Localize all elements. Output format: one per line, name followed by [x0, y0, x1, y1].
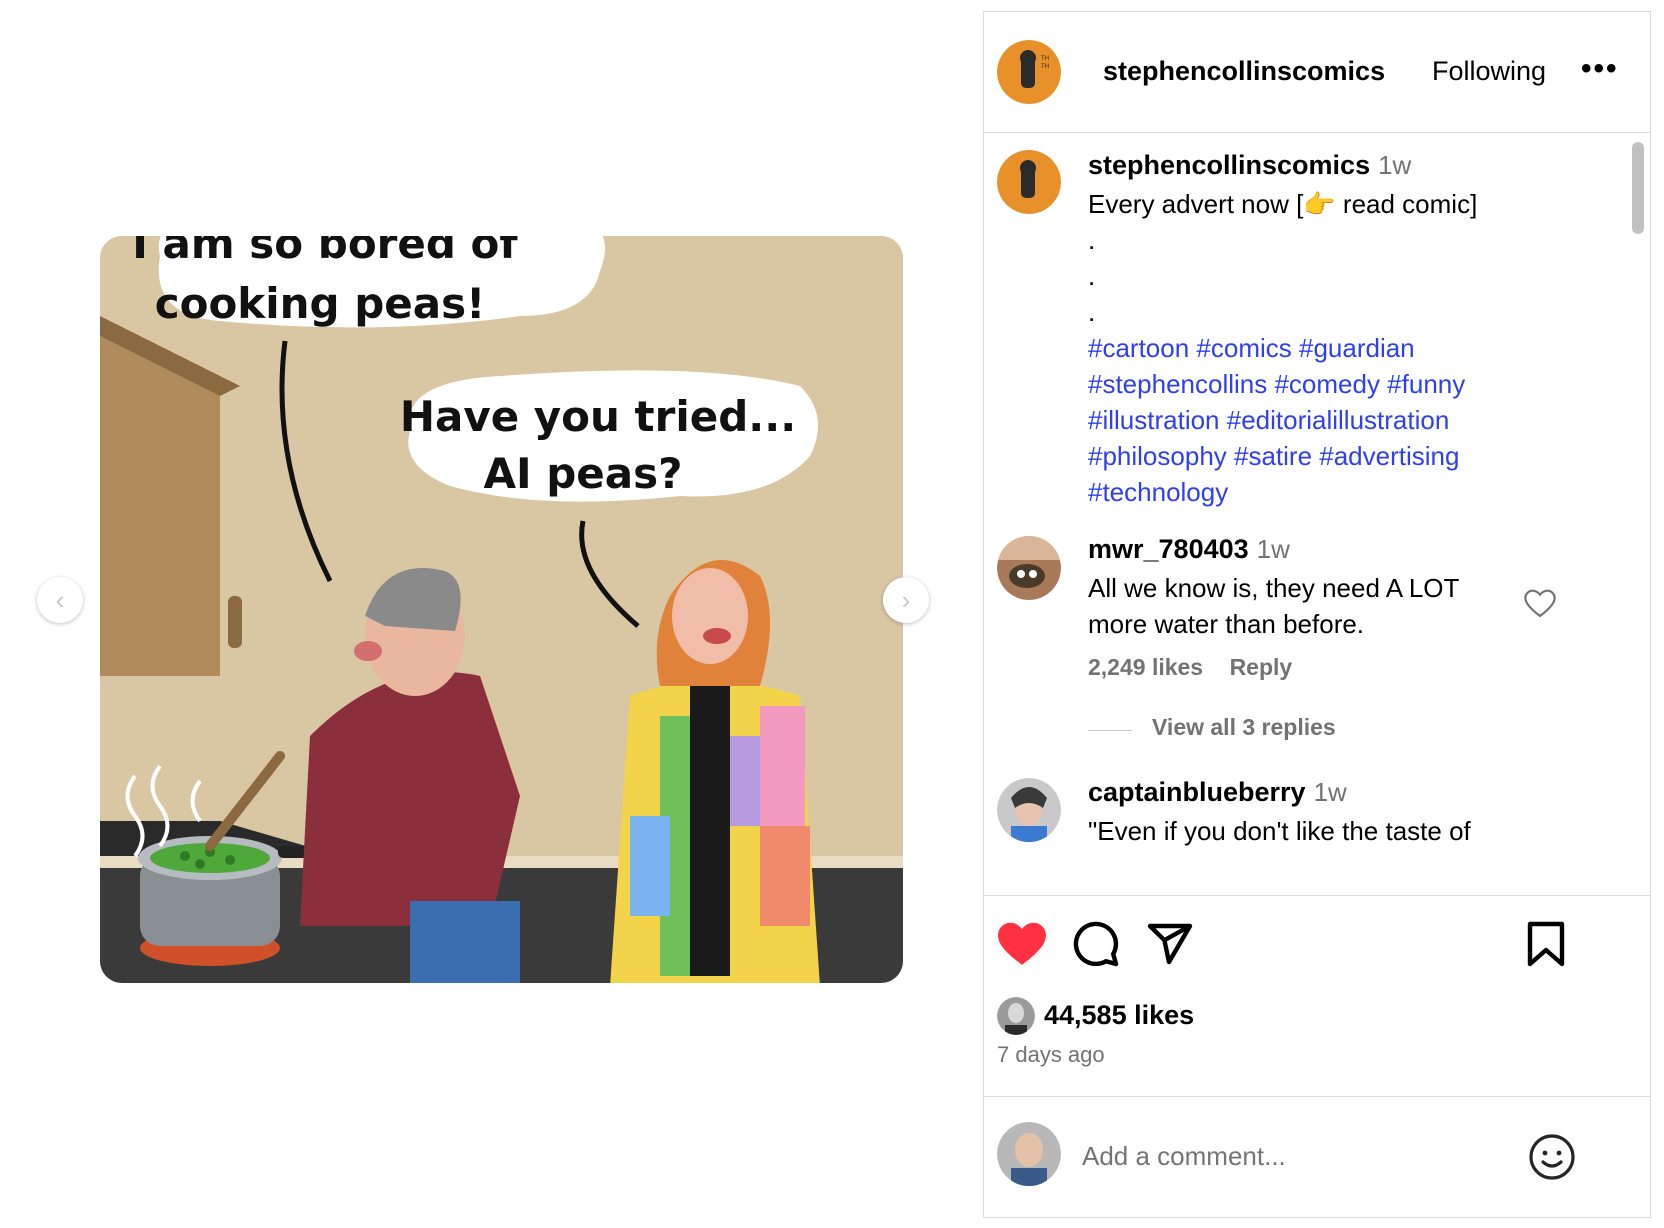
chevron-right-icon: ›	[901, 584, 911, 615]
add-comment-bar	[984, 1096, 1650, 1218]
comment-text-line: All we know is, they need A LOT	[1088, 573, 1460, 603]
caption-username[interactable]: stephencollinscomics	[1088, 150, 1370, 180]
current-user-avatar	[997, 1122, 1061, 1186]
reply-button[interactable]: Reply	[1230, 654, 1293, 680]
caption-dot-1: .	[1088, 225, 1096, 255]
caption-time: 1w	[1378, 150, 1412, 180]
comments-scroll-area[interactable]: stephencollinscomics 1w Every advert now …	[984, 134, 1624, 894]
comment-text-line: "Even if you don't like the taste of	[1088, 816, 1471, 846]
caption-text: Every advert now [👉 read comic]	[1088, 186, 1608, 222]
comment-item: captainblueberry 1w "Even if you don't li…	[1088, 777, 1608, 849]
view-replies-button[interactable]: View all 3 replies	[1088, 714, 1488, 744]
author-username[interactable]: stephencollinscomics	[1103, 56, 1385, 87]
hashtag-line[interactable]: #philosophy #satire #advertising	[1088, 438, 1608, 474]
comment-username[interactable]: captainblueberry	[1088, 777, 1306, 807]
caption-avatar[interactable]	[997, 150, 1061, 214]
comment-likes[interactable]: 2,249 likes	[1088, 654, 1203, 680]
bubble-1-line-1: I am so bored of	[132, 236, 518, 268]
comment-text-line: more water than before.	[1088, 609, 1365, 639]
comments-scrollbar[interactable]	[1626, 134, 1648, 894]
caption-block: stephencollinscomics 1w Every advert now …	[1088, 150, 1608, 510]
share-icon[interactable]	[1146, 920, 1194, 968]
hashtag-line[interactable]: #stephencollins #comedy #funny	[1088, 366, 1608, 402]
carousel-next-button[interactable]: ›	[883, 577, 929, 623]
commenter-avatar[interactable]	[997, 536, 1061, 600]
comment-time: 1w	[1256, 534, 1290, 564]
pointing-hand-icon: 👉	[1303, 189, 1336, 219]
bubble-1-line-2: cooking peas!	[155, 279, 486, 328]
comment-time: 1w	[1313, 777, 1347, 807]
heart-filled-icon[interactable]	[997, 921, 1047, 967]
svg-text:TH: TH	[1040, 63, 1049, 70]
comment-item: mwr_780403 1w All we know is, they need A…	[1088, 534, 1528, 694]
view-replies-label: View all 3 replies	[1152, 714, 1336, 740]
caption-text-end: read comic]	[1335, 189, 1478, 219]
post-header: TH TH stephencollinscomics Following •••	[984, 12, 1650, 133]
comment-like-button[interactable]	[1524, 589, 1556, 624]
author-avatar[interactable]: TH TH	[997, 40, 1061, 104]
scrollbar-thumb[interactable]	[1632, 142, 1644, 234]
carousel-prev-button[interactable]: ‹	[37, 577, 83, 623]
svg-text:TH: TH	[1040, 55, 1049, 62]
more-options-icon[interactable]: •••	[1581, 52, 1619, 86]
caption-text-start: Every advert now [	[1088, 189, 1304, 219]
hashtag-line[interactable]: #cartoon #comics #guardian	[1088, 330, 1608, 366]
caption-dot-3: .	[1088, 297, 1096, 327]
post-timestamp[interactable]: 7 days ago	[997, 1042, 1105, 1068]
comment-username[interactable]: mwr_780403	[1088, 534, 1249, 564]
post-actions: 44,585 likes 7 days ago	[984, 895, 1650, 1095]
bubble-2-line-1: Have you tried...	[400, 392, 796, 441]
bubble-2-line-2: AI peas?	[483, 449, 682, 498]
following-button[interactable]: Following	[1432, 56, 1546, 87]
replies-divider	[1088, 730, 1132, 732]
liker-avatar[interactable]	[997, 997, 1035, 1035]
caption-dot-2: .	[1088, 261, 1096, 291]
hashtag-line[interactable]: #illustration #editorialillustration	[1088, 402, 1608, 438]
chevron-left-icon: ‹	[55, 584, 65, 615]
bookmark-icon[interactable]	[1524, 920, 1568, 968]
emoji-icon[interactable]	[1528, 1133, 1576, 1181]
heart-outline-icon	[1524, 589, 1556, 618]
comic-image: I am so bored of cooking peas! Have you …	[100, 236, 903, 983]
add-comment-input[interactable]	[1080, 1133, 1514, 1179]
hashtag-line[interactable]: #technology	[1088, 474, 1608, 510]
comment-icon[interactable]	[1072, 920, 1120, 968]
commenter-avatar[interactable]	[997, 778, 1061, 842]
likes-count[interactable]: 44,585 likes	[1044, 1000, 1194, 1031]
